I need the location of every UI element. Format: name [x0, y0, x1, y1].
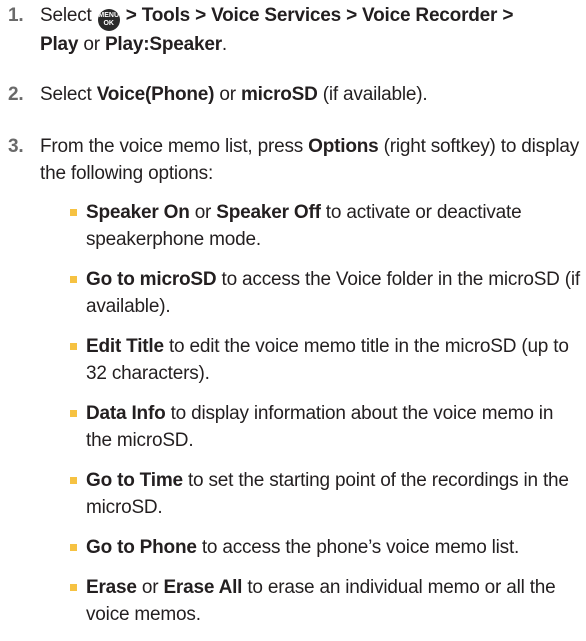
step-number: 3.: [8, 136, 24, 157]
menu-ok-key-icon: MENU OK: [97, 9, 120, 31]
option-play: Play: [40, 34, 79, 55]
options-softkey: Options: [308, 136, 379, 157]
bullet-square-icon: [70, 544, 77, 551]
option-microsd: microSD: [240, 84, 318, 105]
bullet-square-icon: [70, 276, 77, 283]
step-1: 1. Select MENU OK > Tools > Voice Service…: [8, 2, 580, 58]
list-item: Go to Phone to access the phone’s voice …: [70, 534, 580, 561]
step-text: Select Voice(Phone) or microSD (if avail…: [40, 84, 428, 105]
list-item: Edit Title to edit the voice memo title …: [70, 333, 580, 387]
bullet-square-icon: [70, 477, 77, 484]
bullet-square-icon: [70, 209, 77, 216]
list-item: Data Info to display information about t…: [70, 400, 580, 454]
step-text: Select MENU OK > Tools > Voice Services >…: [40, 5, 514, 55]
step-2: 2. Select Voice(Phone) or microSD (if av…: [8, 81, 580, 108]
step-text: From the voice memo list, press Options …: [40, 136, 580, 184]
list-item: Speaker On or Speaker Off to activate or…: [70, 199, 580, 253]
list-item: Go to Time to set the starting point of …: [70, 467, 580, 521]
bullet-square-icon: [70, 584, 77, 591]
option-play-speaker: Play:Speaker: [104, 34, 222, 55]
step-text-prefix: Select: [40, 5, 92, 26]
list-item: Go to microSD to access the Voice folder…: [70, 266, 580, 320]
instruction-page: 1. Select MENU OK > Tools > Voice Service…: [0, 0, 586, 625]
step-3: 3. From the voice memo list, press Optio…: [8, 133, 580, 187]
menu-path: > Tools > Voice Services > Voice Recorde…: [120, 5, 514, 26]
step-number: 2.: [8, 84, 24, 105]
bullet-square-icon: [70, 410, 77, 417]
step-number: 1.: [8, 5, 24, 26]
list-item: Erase or Erase All to erase an individua…: [70, 574, 580, 628]
bullet-square-icon: [70, 343, 77, 350]
options-list: Speaker On or Speaker Off to activate or…: [70, 199, 580, 641]
option-voice-phone: Voice(Phone): [96, 84, 215, 105]
